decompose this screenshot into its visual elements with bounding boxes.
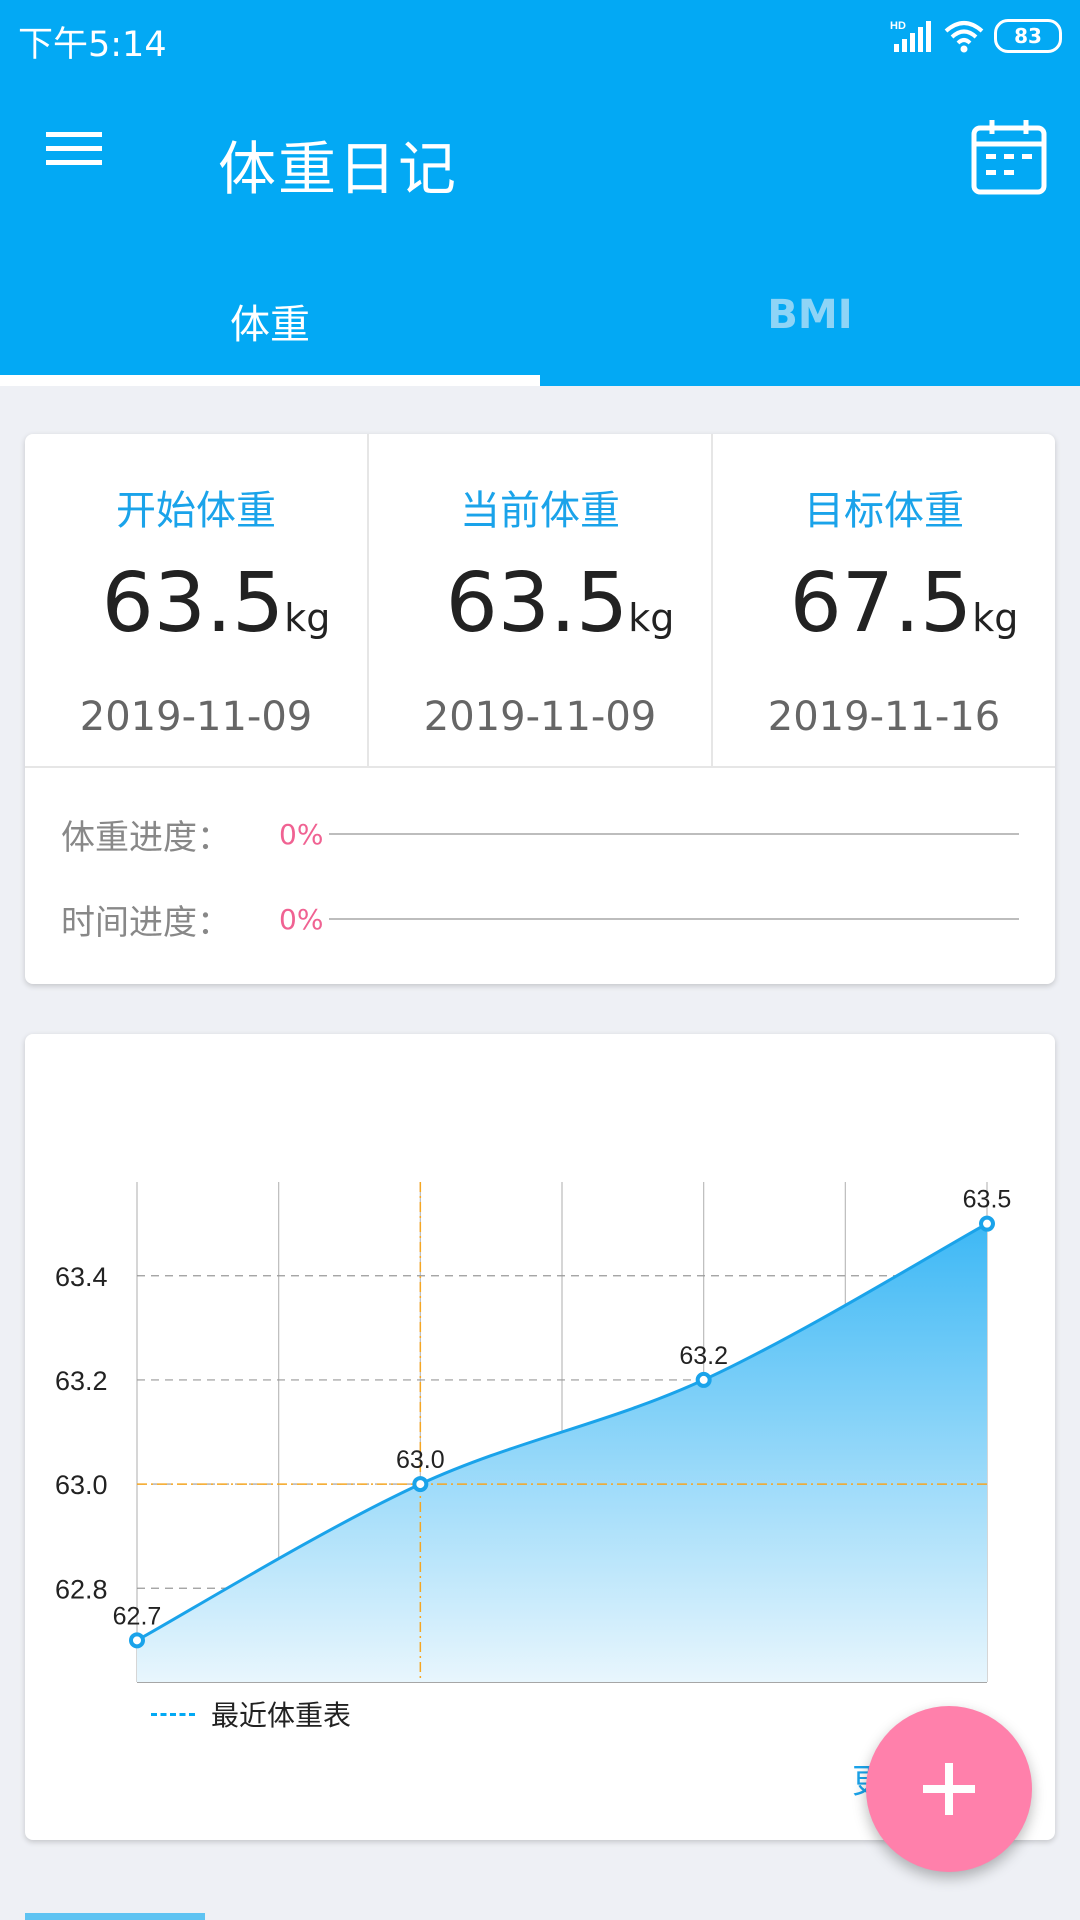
weight-progress-percent: 0% [279,817,324,851]
status-bar: 下午5:14 HD 83 [0,0,1080,74]
weight-progress-bar [329,833,1019,835]
wifi-icon [944,21,984,53]
legend-label: 最近体重表 [211,1699,352,1732]
legend-swatch [151,1712,195,1716]
status-icons: HD 83 [890,14,1062,58]
current-weight-label: 当前体重 [460,488,620,534]
tab-weight[interactable]: 体重 [0,246,540,386]
calendar-button[interactable] [970,118,1048,196]
current-weight-unit: kg [628,596,675,640]
target-weight: 目标体重 67.5kg 2019-11-16 [713,434,1055,766]
y-tick-label: 63.2 [55,1366,108,1396]
y-tick-label: 62.8 [55,1574,108,1604]
menu-button[interactable] [46,124,118,184]
signal-icon: HD [890,20,931,52]
data-point [129,1632,145,1649]
current-weight-value: 63.5 [445,556,629,651]
status-time: 下午5:14 [18,25,167,65]
current-weight-date: 2019-11-09 [423,694,657,740]
target-weight-label: 目标体重 [804,488,964,534]
data-point [412,1476,429,1493]
time-progress-percent: 0% [279,902,324,936]
data-label: 63.5 [963,1186,1012,1214]
tab-indicator [0,375,540,386]
data-label: 62.7 [113,1602,162,1630]
y-tick-label: 63.0 [55,1470,108,1500]
target-weight-date: 2019-11-16 [767,694,1001,740]
start-weight-label: 开始体重 [116,488,276,534]
target-weight-value-row: 67.5kg [713,556,1055,651]
weight-stats: 开始体重 63.5kg 2019-11-09 当前体重 63.5kg 2019-… [25,434,1055,768]
tab-bmi[interactable]: BMI [540,246,1080,386]
data-point [695,1371,712,1388]
calendar-icon [971,120,1047,195]
y-tick-label: 63.4 [55,1262,108,1292]
weight-progress-label: 体重进度： [61,817,231,858]
battery-icon: 83 [994,19,1062,53]
tab-bar: 体重 BMI [0,246,1080,386]
toolbar: 体重日记 [0,74,1080,246]
time-progress-bar [329,918,1019,920]
current-weight-value-row: 63.5kg [369,556,711,651]
plus-icon [923,1763,975,1815]
target-weight-value: 67.5 [789,556,973,651]
start-weight-date: 2019-11-09 [79,694,313,740]
add-record-button[interactable] [866,1706,1032,1872]
chart-legend: 最近体重表 [151,1694,351,1734]
target-weight-unit: kg [972,596,1019,640]
data-label: 63.2 [679,1342,728,1370]
start-weight-value-row: 63.5kg [25,556,367,651]
start-weight-unit: kg [284,596,331,640]
bottom-indicator [25,1913,205,1920]
data-point [979,1215,995,1232]
page-title: 体重日记 [218,135,459,203]
tab-weight-label: 体重 [230,302,310,348]
data-label: 63.0 [396,1446,445,1474]
time-progress-label: 时间进度： [61,902,231,943]
app-bar: 下午5:14 HD 83 体重日记 体重 BMI [0,0,1080,386]
menu-icon [46,132,102,165]
start-weight-value: 63.5 [101,556,285,651]
tab-bmi-label: BMI [767,292,853,338]
start-weight: 开始体重 63.5kg 2019-11-09 [25,434,369,766]
svg-text:HD: HD [890,20,906,32]
weight-progress: 体重进度： 0% [61,804,1019,864]
current-weight: 当前体重 63.5kg 2019-11-09 [369,434,713,766]
summary-card: 开始体重 63.5kg 2019-11-09 当前体重 63.5kg 2019-… [25,434,1055,984]
chart-card: 62.863.063.263.462.763.063.263.5 最近体重表 更 [25,1034,1055,1840]
time-progress: 时间进度： 0% [61,889,1019,949]
